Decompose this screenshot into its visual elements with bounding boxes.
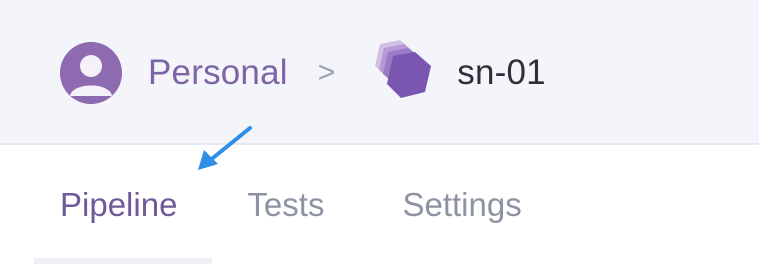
breadcrumb-separator-icon: > xyxy=(317,56,336,89)
project-icon xyxy=(365,40,437,106)
tab-pipeline[interactable]: Pipeline xyxy=(60,186,177,224)
tab-settings[interactable]: Settings xyxy=(402,186,521,224)
breadcrumb-account-link[interactable]: Personal xyxy=(148,53,288,93)
breadcrumb: Personal > sn-01 xyxy=(60,40,546,106)
user-avatar-icon[interactable] xyxy=(60,42,122,104)
active-tab-indicator xyxy=(34,258,212,264)
breadcrumb-project-label: sn-01 xyxy=(457,53,546,92)
project-tabs: Pipeline Tests Settings xyxy=(60,186,522,224)
tab-tests[interactable]: Tests xyxy=(247,186,324,224)
annotation-arrow-icon xyxy=(198,126,252,170)
page-header: Personal > sn-01 xyxy=(0,0,759,145)
